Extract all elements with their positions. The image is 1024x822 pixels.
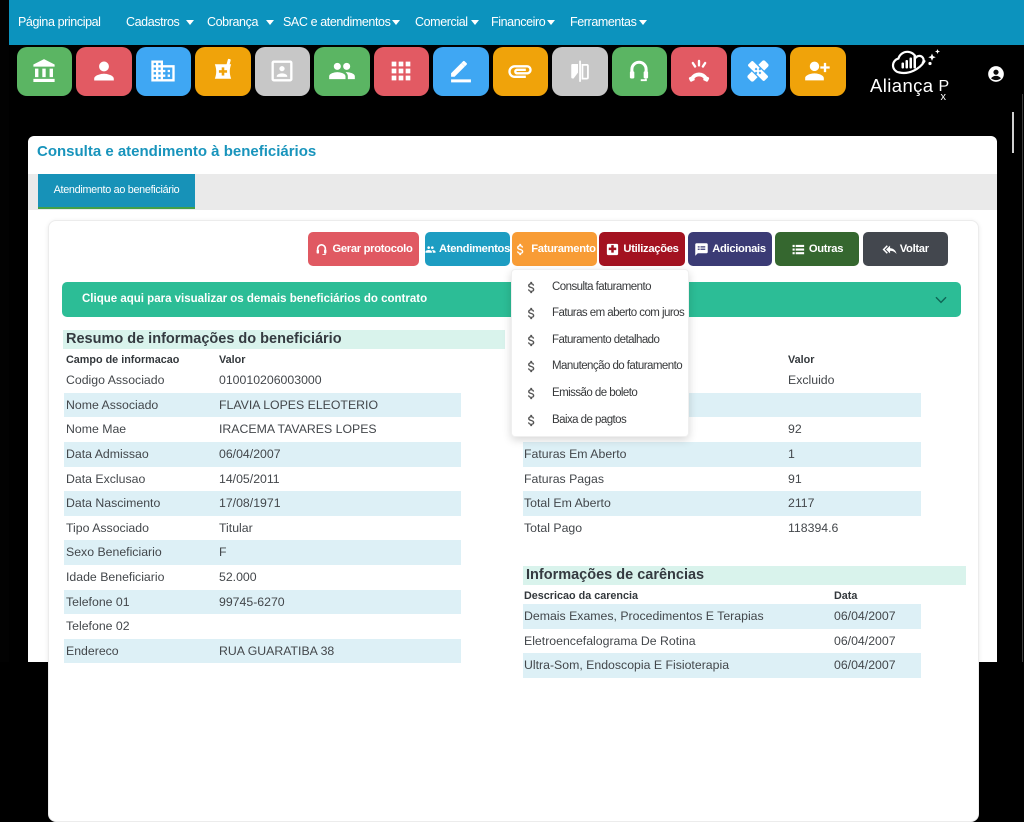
svg-text:x: x <box>941 91 947 103</box>
svg-text:Aliança: Aliança <box>870 75 934 96</box>
